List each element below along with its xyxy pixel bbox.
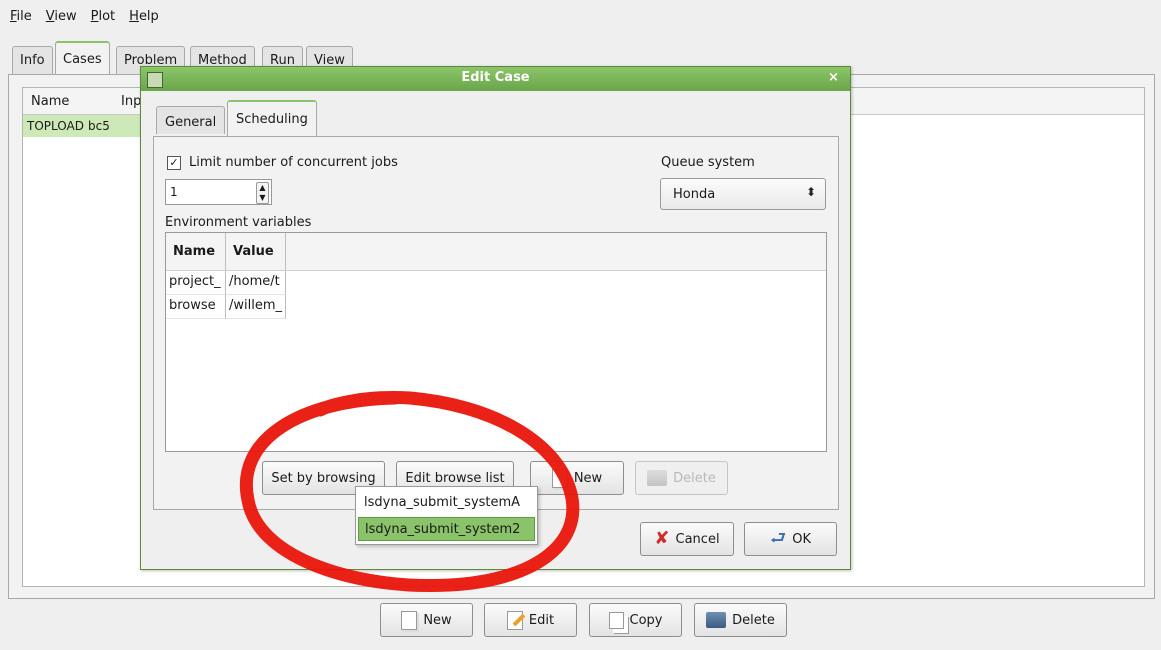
new-document-icon [401,610,418,630]
env-name-cell[interactable]: browse [166,295,226,319]
new-env-button[interactable]: New [530,461,624,495]
dialog-title: Edit Case [461,70,530,85]
menu-help[interactable]: Help [123,9,165,24]
edit-case-button[interactable]: Edit [484,603,577,637]
trash-icon [706,612,727,628]
cancel-button[interactable]: ✘ Cancel [640,522,734,556]
cancel-x-icon: ✘ [654,528,670,549]
case-name-cell: TOPLOAD [27,119,84,133]
limit-jobs-label: Limit number of concurrent jobs [189,155,398,170]
tab-cases[interactable]: Cases [55,41,110,75]
limit-jobs-checkbox[interactable]: ✓ [167,156,181,170]
popup-item-systemA[interactable]: lsdyna_submit_systemA [358,491,535,515]
delete-case-button[interactable]: Delete [694,603,787,637]
env-name-cell[interactable]: project_ [166,271,226,295]
new-case-button[interactable]: New [380,603,473,637]
new-document-icon [551,468,568,488]
env-value-header[interactable]: Value [226,233,286,270]
tab-scheduling[interactable]: Scheduling [227,100,317,137]
updown-chevron-icon: ⬍ [805,185,816,199]
close-icon[interactable]: × [828,70,839,85]
env-vars-label: Environment variables [165,215,312,230]
browse-popup-menu: lsdyna_submit_systemA lsdyna_submit_syst… [355,486,538,545]
env-name-header[interactable]: Name [166,233,226,270]
menu-file[interactable]: File [4,9,38,24]
ok-return-arrow-icon: ⮐ [770,528,787,549]
edit-pencil-icon [506,610,523,630]
column-input-header[interactable]: Inp [121,94,141,109]
menu-plot[interactable]: Plot [85,9,122,24]
concurrent-jobs-value: 1 [170,185,178,199]
delete-env-button[interactable]: Delete [635,461,728,495]
spinner-arrows-icon[interactable]: ▲ ▼ [256,182,269,204]
trash-icon [647,470,668,486]
queue-system-value: Honda [673,187,716,202]
queue-system-label: Queue system [661,155,755,170]
menubar: File View Plot Help [0,0,1161,32]
column-name-header[interactable]: Name [31,94,69,109]
copy-case-button[interactable]: Copy [589,603,682,637]
env-value-cell[interactable]: /willem_ [226,295,286,319]
concurrent-jobs-spinner[interactable]: 1 ▲ ▼ [165,179,272,205]
copy-icon [608,611,624,629]
popup-item-system2[interactable]: lsdyna_submit_system2 [358,517,535,541]
case-input-cell: bc5 [88,119,110,133]
ok-button[interactable]: ⮐ OK [744,522,837,556]
menu-view[interactable]: View [40,9,83,24]
tab-general[interactable]: General [156,106,226,134]
queue-system-select[interactable]: Honda ⬍ [660,178,826,210]
tab-info[interactable]: Info [12,46,53,74]
env-value-cell[interactable]: /home/t [226,271,286,295]
